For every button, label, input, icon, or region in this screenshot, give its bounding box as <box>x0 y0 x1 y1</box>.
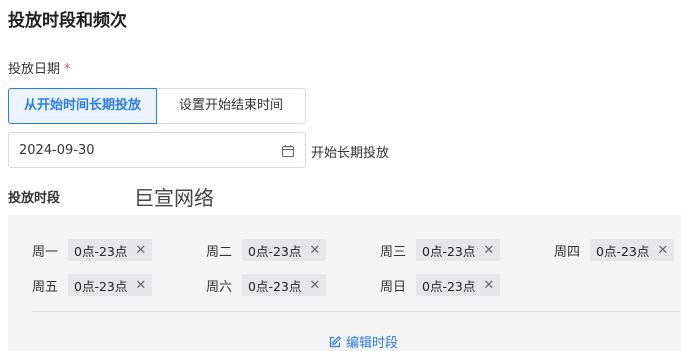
close-icon[interactable]: ✕ <box>309 243 320 258</box>
close-icon[interactable]: ✕ <box>483 243 494 258</box>
time-range-tag: 0点-23点 ✕ <box>242 239 327 261</box>
time-slot-panel: 周一 0点-23点 ✕ 周二 0点-23点 ✕ 周三 0点-23点 ✕ 周四 0点-2… <box>8 215 681 351</box>
day-sunday: 周日 0点-23点 ✕ <box>380 274 501 296</box>
close-icon[interactable]: ✕ <box>309 278 320 293</box>
required-mark: * <box>64 62 71 77</box>
time-range-tag: 0点-23点 ✕ <box>68 239 153 261</box>
day-name: 周四 <box>554 244 581 260</box>
edit-link-label: 编辑时段 <box>346 336 399 351</box>
day-name: 周五 <box>32 279 59 295</box>
option-long-term[interactable]: 从开始时间长期投放 <box>8 88 157 124</box>
time-range-tag: 0点-23点 ✕ <box>242 274 327 296</box>
time-range-text: 0点-23点 <box>74 243 128 259</box>
day-name: 周一 <box>32 244 59 260</box>
time-range-text: 0点-23点 <box>74 278 128 294</box>
day-friday: 周五 0点-23点 ✕ <box>32 274 153 296</box>
time-range-text: 0点-23点 <box>248 278 302 294</box>
time-range-text: 0点-23点 <box>422 243 476 259</box>
option-set-range[interactable]: 设置开始结束时间 <box>157 88 306 124</box>
divider <box>32 311 681 312</box>
calendar-icon[interactable] <box>281 143 295 158</box>
slot-field-label: 投放时段 <box>8 191 61 206</box>
edit-time-slot-link[interactable]: 编辑时段 <box>328 332 398 351</box>
day-thursday: 周四 0点-23点 ✕ <box>554 239 675 261</box>
time-range-tag: 0点-23点 ✕ <box>68 274 153 296</box>
date-hint: 开始长期投放 <box>311 146 390 161</box>
day-name: 周三 <box>380 244 407 260</box>
close-icon[interactable]: ✕ <box>135 278 146 293</box>
day-name: 周日 <box>380 279 407 295</box>
day-tuesday: 周二 0点-23点 ✕ <box>206 239 327 261</box>
section-title: 投放时段和频次 <box>8 11 127 31</box>
time-range-tag: 0点-23点 ✕ <box>416 274 501 296</box>
time-range-text: 0点-23点 <box>422 278 476 294</box>
date-label-text: 投放日期 <box>8 62 61 77</box>
day-name: 周二 <box>206 244 233 260</box>
time-range-text: 0点-23点 <box>248 243 302 259</box>
edit-icon <box>329 335 342 347</box>
day-wednesday: 周三 0点-23点 ✕ <box>380 239 501 261</box>
time-range-text: 0点-23点 <box>596 243 650 259</box>
watermark: 巨宣网络 <box>134 186 214 210</box>
close-icon[interactable]: ✕ <box>483 278 494 293</box>
day-saturday: 周六 0点-23点 ✕ <box>206 274 327 296</box>
date-field-label: 投放日期 * <box>8 58 71 77</box>
close-icon[interactable]: ✕ <box>657 243 668 258</box>
day-monday: 周一 0点-23点 ✕ <box>32 239 153 261</box>
start-date-input[interactable]: 2024-09-30 <box>8 132 306 168</box>
start-date-value: 2024-09-30 <box>19 142 95 158</box>
time-range-tag: 0点-23点 ✕ <box>416 239 501 261</box>
close-icon[interactable]: ✕ <box>135 243 146 258</box>
date-mode-toggle: 从开始时间长期投放 设置开始结束时间 <box>8 88 306 124</box>
time-range-tag: 0点-23点 ✕ <box>590 239 675 261</box>
day-name: 周六 <box>206 279 233 295</box>
